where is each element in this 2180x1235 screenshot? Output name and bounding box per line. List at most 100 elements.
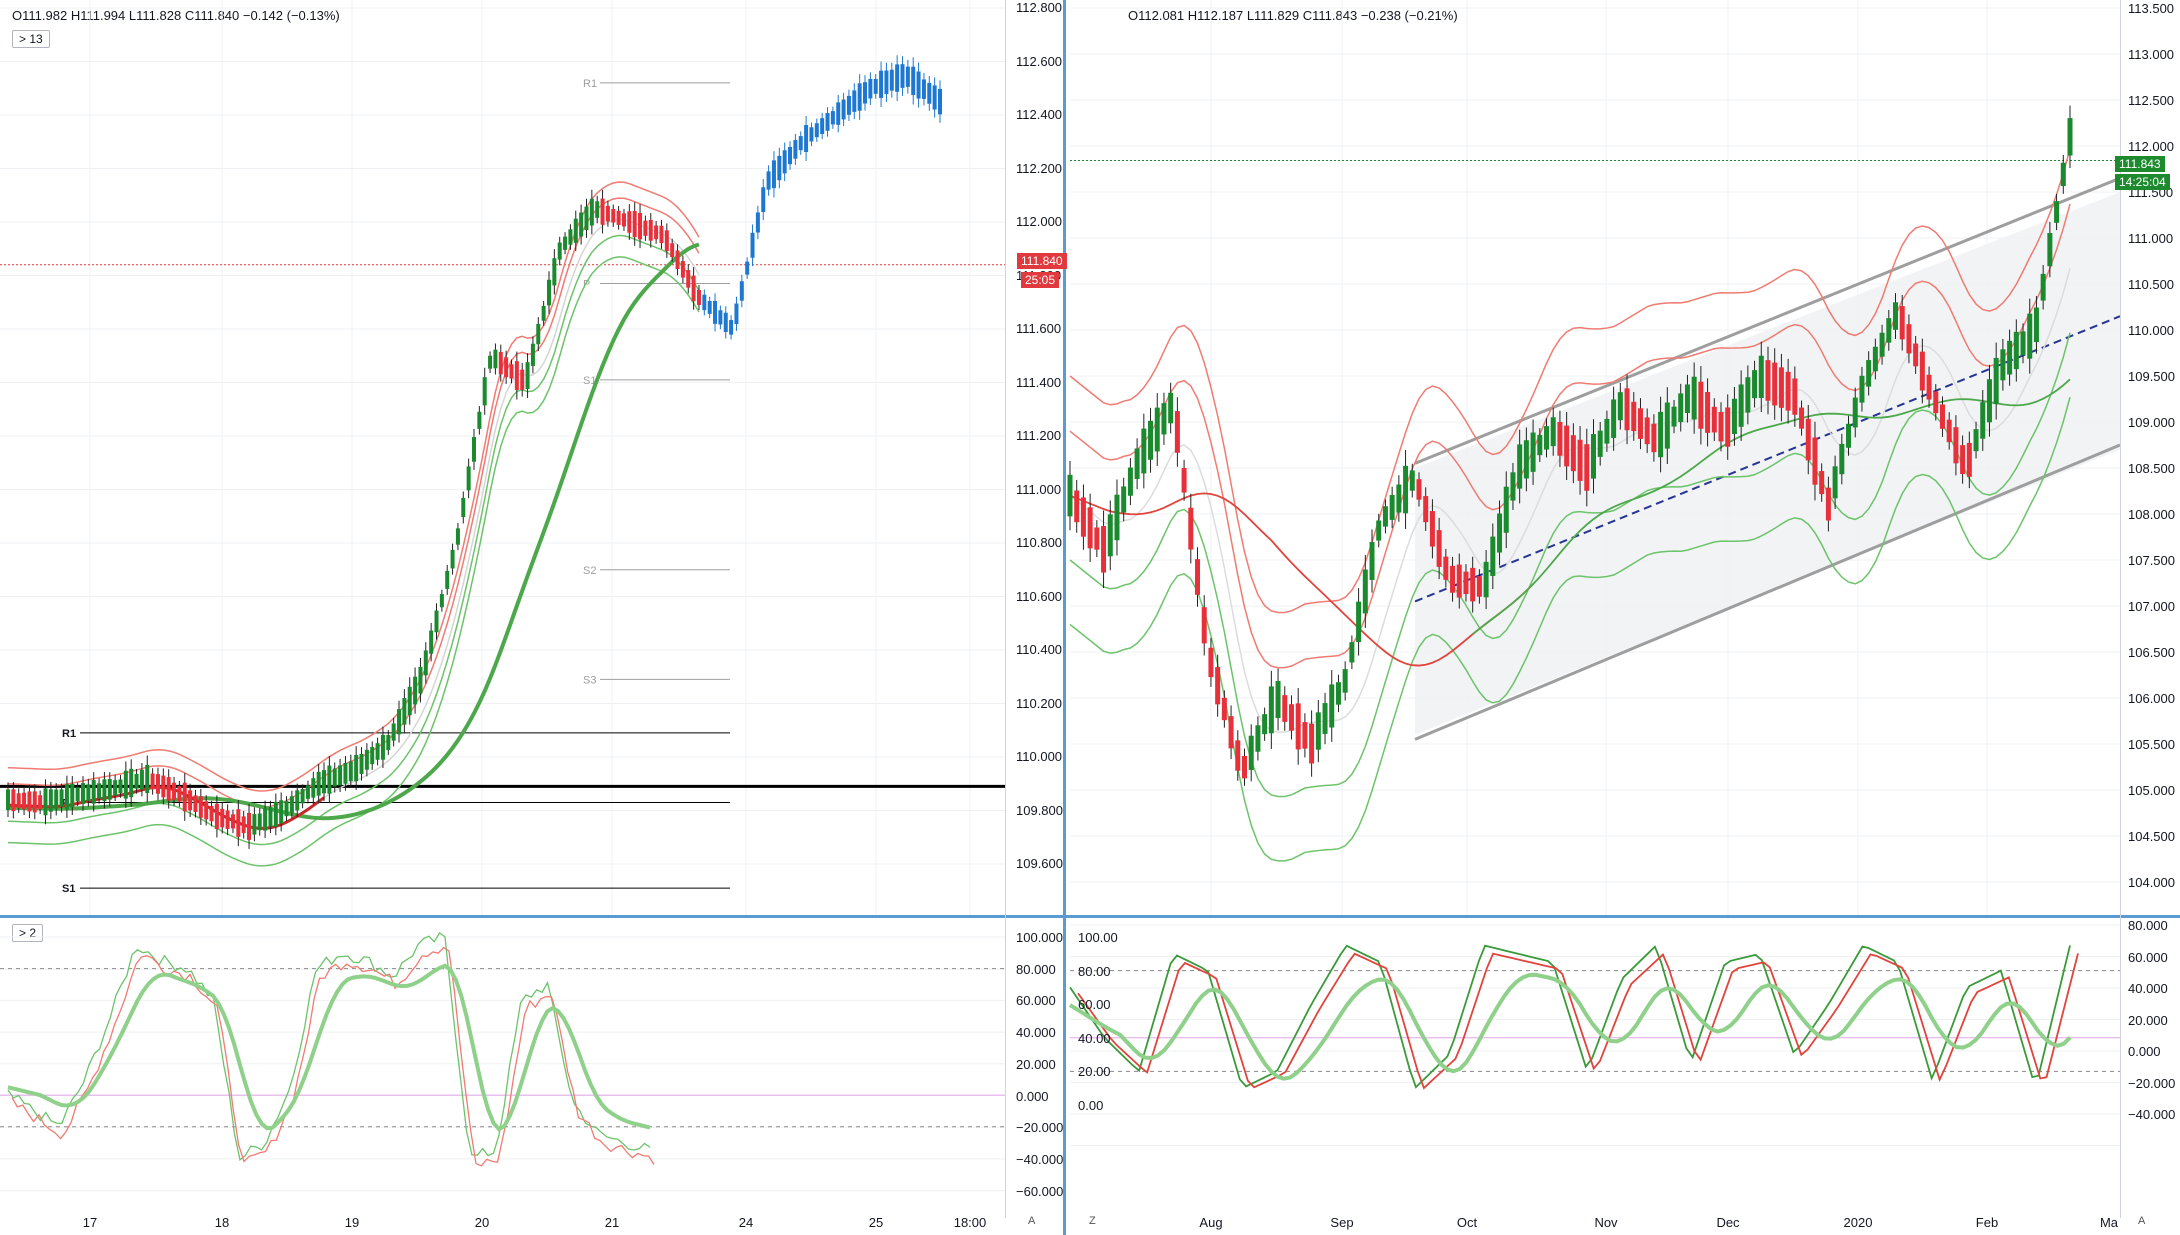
candle-body <box>1832 466 1838 499</box>
price-tick-label: 104.500 <box>2128 829 2175 844</box>
candle-body <box>38 795 43 810</box>
candle-body <box>1658 411 1664 458</box>
candle-body <box>1718 412 1724 442</box>
price-tick-label: 111.000 <box>2128 231 2174 246</box>
candle-body <box>102 779 107 802</box>
candle-body <box>1309 723 1315 764</box>
candle-body <box>1497 513 1503 553</box>
price-tick-label: 110.000 <box>1016 749 1063 764</box>
candle-body <box>75 787 80 802</box>
candle-body <box>1443 556 1449 580</box>
pane-divider-left[interactable] <box>0 915 1063 918</box>
candle-body <box>579 212 584 237</box>
candle-body <box>841 99 846 120</box>
candle-body <box>1866 360 1872 387</box>
left-price-pane[interactable]: O111.982 H111.994 L111.828 C111.840 −0.1… <box>0 0 1005 915</box>
candle-body <box>27 791 32 812</box>
candle-body <box>1282 695 1288 722</box>
candle-body <box>445 570 450 589</box>
candle-body <box>182 782 187 812</box>
candle-body <box>1349 642 1355 663</box>
candle-body <box>327 765 332 794</box>
candle-body <box>64 784 69 810</box>
candle-body <box>257 813 262 831</box>
time-tick-label: Sep <box>1330 1215 1354 1230</box>
candle-body <box>1470 567 1476 602</box>
candle-body <box>155 774 160 794</box>
price-tick-label: 112.600 <box>1016 53 1063 69</box>
candle-body <box>150 773 155 790</box>
candle-body <box>488 355 493 369</box>
candle-body <box>1906 324 1912 354</box>
left-price-axis[interactable] <box>1005 0 1006 1218</box>
price-tick-label: 110.600 <box>1016 588 1063 604</box>
left-oscillator-chart <box>0 931 1005 1192</box>
candle-body <box>1450 565 1456 593</box>
candle-body <box>364 749 369 770</box>
candle-body <box>1262 714 1268 735</box>
candle-body <box>498 352 503 375</box>
candle-body <box>648 219 653 241</box>
pane-divider-vertical[interactable] <box>1063 0 1066 1235</box>
candle-body <box>145 764 150 794</box>
right-auto-scale-button[interactable]: A <box>2138 1215 2145 1227</box>
left-oscillator-pane[interactable]: > 2 <box>0 918 1005 1218</box>
osc-right-tick-label: −40.000 <box>2128 1107 2176 1122</box>
candle-body <box>220 808 225 828</box>
candle-body <box>161 775 166 798</box>
candle-body <box>247 812 252 840</box>
candle-body <box>1852 397 1858 428</box>
candle-body <box>91 780 96 804</box>
candle-body <box>1564 425 1570 467</box>
price-tick-label: 109.600 <box>1016 856 1063 871</box>
candle-body <box>1181 468 1187 493</box>
candle-body <box>680 261 685 278</box>
candle-body <box>1637 408 1643 439</box>
right-oscillator-pane[interactable] <box>1068 918 2180 1218</box>
candle-body <box>921 79 926 99</box>
candle-body <box>477 411 482 429</box>
price-tick-label: 112.400 <box>1016 107 1063 122</box>
candle-body <box>1772 362 1778 406</box>
candle-body <box>568 229 573 245</box>
candle-body <box>1248 735 1254 770</box>
candle-body <box>868 78 873 99</box>
candle-body <box>1597 430 1603 457</box>
candle-body <box>322 770 327 794</box>
candle-body <box>1946 419 1952 443</box>
candle-body <box>1329 684 1335 728</box>
left-auto-scale-button[interactable]: A <box>1028 1215 1035 1227</box>
candle-body <box>514 361 519 390</box>
pane-divider-right[interactable] <box>1066 915 2180 918</box>
candle-body <box>86 784 91 802</box>
pivot-label: R1 <box>62 728 76 740</box>
right-price-pane[interactable]: O112.081 H112.187 L111.829 C111.843 −0.2… <box>1067 0 2180 915</box>
candle-body <box>1624 388 1630 431</box>
candle-body <box>1973 429 1979 452</box>
candle-body <box>166 777 171 801</box>
price-tick-label: 111.000 <box>1016 481 1062 497</box>
candle-body <box>1510 472 1516 501</box>
candle-body <box>1590 434 1596 479</box>
candle-body <box>241 816 246 834</box>
candle-body <box>1644 417 1650 445</box>
candle-body <box>129 768 134 798</box>
candle-body <box>54 789 59 810</box>
candle-body <box>1537 434 1543 456</box>
candle-body <box>22 792 27 810</box>
candle-body <box>413 676 418 705</box>
candle-body <box>1174 411 1180 453</box>
candle-body <box>1241 755 1247 779</box>
candle-body <box>1235 740 1241 771</box>
candle-body <box>1785 371 1791 411</box>
pivot-label-small: R1 <box>583 78 597 90</box>
time-tick-label: Nov <box>1594 1215 1618 1230</box>
candle-body <box>1268 686 1274 734</box>
candle-body <box>900 64 905 88</box>
candle-body <box>386 734 391 750</box>
right-zoom-button[interactable]: Z <box>1089 1215 1096 1227</box>
candle-body <box>1886 318 1892 343</box>
price-tick-label: 106.000 <box>2128 691 2175 706</box>
candle-body <box>600 198 605 225</box>
price-tick-label: 105.500 <box>2128 737 2175 752</box>
